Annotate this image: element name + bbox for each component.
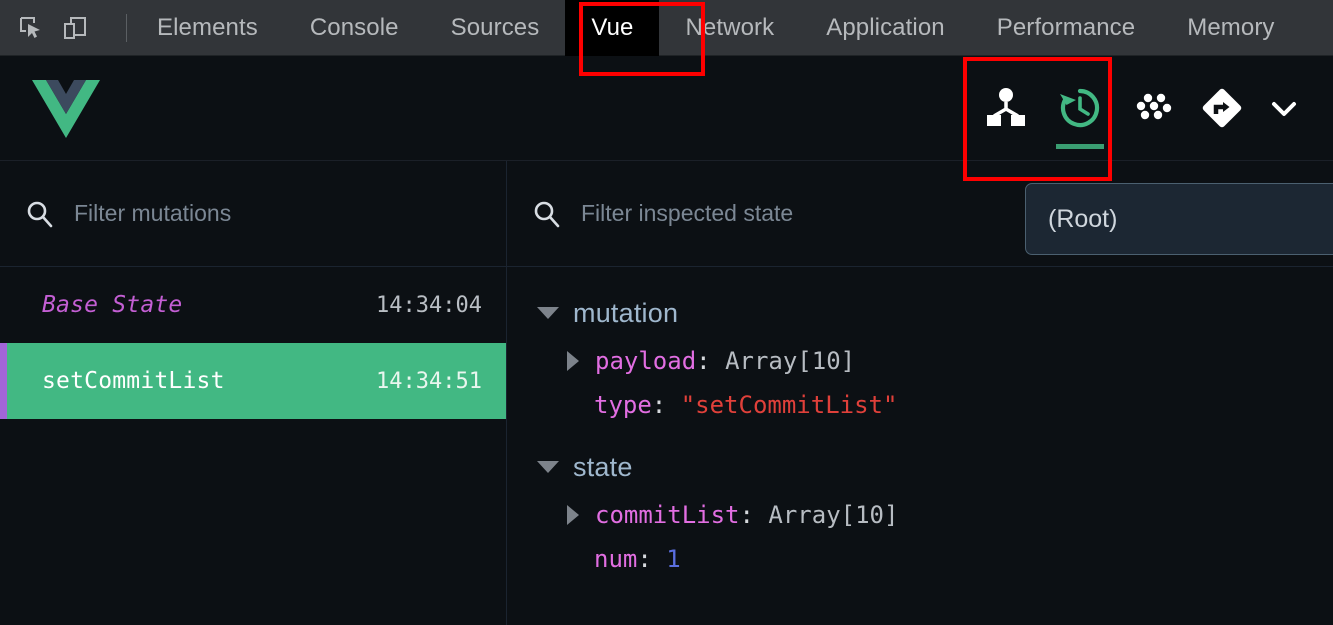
inspect-element-icon[interactable]: [18, 15, 44, 41]
toolbar-divider: [126, 13, 127, 42]
tab-memory[interactable]: Memory: [1161, 0, 1300, 56]
mutation-name: Base State: [42, 292, 183, 318]
inspector-row-num[interactable]: num: 1: [537, 537, 1333, 581]
property-value: Array[10]: [768, 501, 899, 529]
root-component-selector[interactable]: (Root): [1025, 183, 1333, 255]
inspector-group-header[interactable]: state: [537, 441, 1333, 493]
property-colon: :: [637, 545, 652, 573]
root-selector-label: (Root): [1048, 204, 1118, 233]
property-value: Array[10]: [725, 347, 856, 375]
components-tab-icon[interactable]: [969, 56, 1043, 161]
history-tab-icon[interactable]: [1043, 56, 1117, 161]
tab-network[interactable]: Network: [659, 0, 800, 56]
state-inspector: mutation payload: Array[10] type: "setCo…: [507, 267, 1333, 581]
tab-sources-label: Sources: [450, 13, 540, 41]
tab-vue-label: Vue: [591, 13, 634, 41]
property-value: 1: [666, 545, 681, 573]
mutation-time: 14:34:04: [376, 292, 482, 318]
device-toolbar-icon[interactable]: [62, 15, 88, 41]
tab-application-label: Application: [826, 13, 945, 41]
chevron-down-icon[interactable]: [537, 307, 559, 319]
events-tab-icon[interactable]: [1117, 56, 1191, 161]
property-value: "setCommitList": [680, 391, 898, 419]
property-key: num: [594, 545, 638, 573]
routing-tab-icon[interactable]: [1191, 56, 1253, 161]
property-key: payload: [595, 347, 697, 375]
inspector-group-title: mutation: [573, 297, 679, 328]
tab-elements[interactable]: Elements: [131, 0, 284, 56]
tab-performance-label: Performance: [996, 13, 1136, 41]
mutation-time: 14:34:51: [376, 368, 482, 394]
tab-sources[interactable]: Sources: [425, 0, 566, 56]
vue-devtools-toolbar: [0, 56, 1333, 161]
devtools-tool-icons: [0, 13, 131, 42]
vue-devtools-screenshot: Elements Console Sources Vue Network App…: [0, 0, 1333, 625]
tab-console-label: Console: [309, 13, 399, 41]
active-tab-underline: [1056, 143, 1104, 149]
chevron-right-icon[interactable]: [567, 351, 579, 371]
chevron-right-icon[interactable]: [567, 505, 579, 525]
property-key: commitList: [595, 501, 740, 529]
devtools-tabbar: Elements Console Sources Vue Network App…: [0, 0, 1333, 56]
chevron-down-icon[interactable]: [537, 461, 559, 473]
tab-memory-label: Memory: [1187, 13, 1275, 41]
mutations-filter-row: [0, 161, 506, 267]
mutation-row-setcommitlist[interactable]: setCommitList 14:34:51: [0, 343, 506, 419]
inspector-group-state: state commitList: Array[10] num: 1: [537, 441, 1333, 581]
inspector-group-header[interactable]: mutation: [537, 287, 1333, 339]
mutation-list: Base State 14:34:04 setCommitList 14:34:…: [0, 267, 506, 419]
search-icon: [531, 199, 561, 229]
inspector-row-payload[interactable]: payload: Array[10]: [537, 339, 1333, 383]
tab-network-label: Network: [685, 13, 775, 41]
inspector-group-mutation: mutation payload: Array[10] type: "setCo…: [537, 287, 1333, 427]
more-tabs-chevron-down-icon[interactable]: [1253, 56, 1315, 161]
inspector-row-commitlist[interactable]: commitList: Array[10]: [537, 493, 1333, 537]
tab-console[interactable]: Console: [284, 0, 425, 56]
vue-toolbar-actions: [969, 56, 1333, 161]
mutation-name: setCommitList: [42, 368, 225, 394]
property-key: type: [594, 391, 652, 419]
devtools-tab-list: Elements Console Sources Vue Network App…: [131, 0, 1301, 56]
property-colon: :: [696, 347, 711, 375]
inspector-row-type[interactable]: type: "setCommitList": [537, 383, 1333, 427]
tab-performance[interactable]: Performance: [971, 0, 1162, 56]
filter-inspected-state-input[interactable]: [581, 200, 941, 227]
mutations-pane: Base State 14:34:04 setCommitList 14:34:…: [0, 161, 507, 625]
search-icon: [24, 199, 54, 229]
vue-logo: [30, 76, 102, 140]
tab-vue[interactable]: Vue: [565, 0, 660, 56]
property-colon: :: [651, 391, 667, 419]
tab-elements-label: Elements: [157, 13, 258, 41]
filter-mutations-input[interactable]: [74, 200, 434, 227]
inspector-group-title: state: [573, 451, 633, 482]
mutation-row-base-state[interactable]: Base State 14:34:04: [0, 267, 506, 343]
tab-application[interactable]: Application: [800, 0, 971, 56]
property-colon: :: [739, 501, 754, 529]
